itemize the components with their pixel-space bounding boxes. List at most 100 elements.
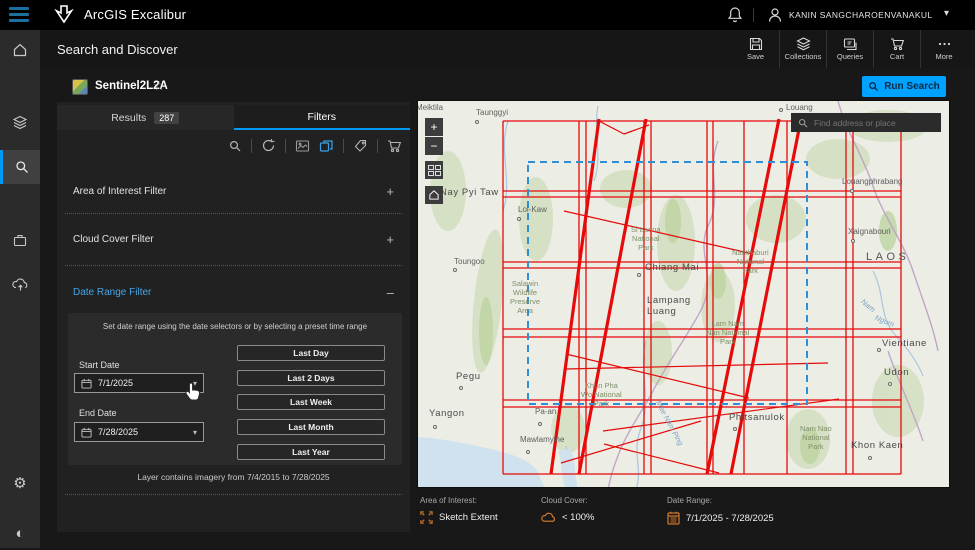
sidebar-item-settings[interactable]: ⚙ (0, 466, 40, 500)
date-range-value: 7/1/2025 - 7/28/2025 (686, 512, 774, 524)
chevron-down-icon[interactable]: ▾ (193, 428, 197, 437)
filter-date-range[interactable]: Date Range Filter – (65, 266, 402, 318)
preset-last-year[interactable]: Last Year (237, 444, 385, 460)
cloud-cover-label: Cloud Cover: (541, 496, 588, 505)
sidebar-item-search[interactable] (0, 150, 40, 184)
cloud-cover-value: < 100% (562, 511, 595, 523)
hamburger-icon[interactable] (9, 7, 29, 22)
calendar-icon (667, 511, 680, 525)
basemap-gallery-button[interactable] (425, 161, 443, 179)
map-view[interactable]: Meiktila Taunggyi Louang Louangphrabang Nay … (417, 100, 950, 488)
user-avatar-icon[interactable] (767, 6, 783, 29)
header-actions: Save Collections Queries Cart More (732, 30, 967, 68)
cart-label: Cart (889, 52, 905, 61)
layers-icon (12, 115, 28, 130)
sidebar-item-projects[interactable] (0, 223, 40, 257)
search-criteria-bar: Area of Interest: Sketch Extent Cloud Co… (417, 492, 950, 536)
imagery-icon[interactable] (295, 139, 310, 153)
favorite-star-icon[interactable]: ☆ (153, 78, 165, 94)
collections-icon (795, 37, 811, 51)
toolbar-divider (285, 138, 286, 153)
cart-icon[interactable] (387, 139, 402, 153)
filter-cloud-cover[interactable]: Cloud Cover Filter + (65, 214, 402, 266)
queries-icon (843, 38, 857, 51)
panel-tabs: Results 287 Filters (57, 105, 410, 130)
tab-filters[interactable]: Filters (233, 105, 410, 130)
preset-last-2-days[interactable]: Last 2 Days (237, 370, 385, 386)
preset-last-day[interactable]: Last Day (237, 345, 385, 361)
zoom-in-button[interactable]: + (425, 118, 443, 136)
run-search-label: Run Search (884, 81, 940, 92)
expand-plus-icon[interactable]: + (386, 184, 394, 199)
filters-tab-label: Filters (307, 110, 337, 123)
panel-divider (65, 494, 402, 495)
end-date-value: 7/28/2025 (98, 427, 139, 437)
expand-plus-icon[interactable]: + (386, 232, 394, 247)
toolbar-divider (343, 138, 344, 153)
queries-label: Queries (836, 52, 864, 61)
tab-results[interactable]: Results 287 (57, 105, 234, 130)
refresh-icon[interactable] (261, 138, 276, 153)
date-range-instructions: Set date range using the date selectors … (102, 322, 368, 331)
search-icon (798, 118, 808, 128)
collections-label: Collections (784, 52, 822, 61)
layer-thumbnail (72, 79, 88, 95)
start-date-input[interactable]: 7/1/2025 ▾ (74, 373, 204, 393)
save-label: Save (746, 52, 765, 61)
filters-toolbar (228, 138, 402, 153)
search-icon[interactable] (228, 139, 242, 153)
map-search-input[interactable] (814, 117, 934, 128)
top-app-bar: ArcGIS Excalibur KANIN SANGCHAROENVANAKU… (0, 0, 975, 30)
search-icon (15, 161, 28, 173)
zoom-out-button[interactable]: − (425, 137, 443, 155)
sidebar-item-upload[interactable] (0, 268, 40, 302)
page-header: Search and Discover Save Collections Que… (0, 30, 975, 68)
queries-button[interactable]: Queries (826, 30, 873, 68)
collapse-minus-icon[interactable]: – (387, 285, 394, 300)
user-name: KANIN SANGCHAROENVANAKUL (789, 10, 933, 20)
aoi-filter-label: Area of Interest Filter (73, 186, 167, 197)
page-title: Search and Discover (57, 42, 178, 57)
home-icon (429, 190, 439, 200)
sidebar-item-theme[interactable]: ◐ (0, 516, 40, 550)
results-count-badge: 287 (154, 111, 180, 124)
imagery-range-note: Layer contains imagery from 7/4/2015 to … (137, 472, 330, 482)
cart-icon (890, 38, 904, 51)
preset-last-month[interactable]: Last Month (237, 419, 385, 435)
save-button[interactable]: Save (732, 30, 779, 68)
run-search-button[interactable]: Run Search (862, 76, 946, 97)
layer-header: Sentinel2L2A ☆ (57, 72, 410, 102)
preset-last-week[interactable]: Last Week (237, 394, 385, 410)
more-label: More (935, 52, 953, 61)
filter-area-of-interest[interactable]: Area of Interest Filter + (65, 170, 402, 214)
start-date-value: 7/1/2025 (98, 378, 134, 388)
sidebar-item-layers[interactable] (0, 106, 40, 140)
date-range-label: Date Range: (667, 496, 712, 505)
notifications-bell-icon[interactable] (727, 6, 743, 29)
settings-icon: ⚙ (13, 474, 27, 492)
excalibur-logo (52, 3, 76, 32)
user-menu-caret-icon[interactable]: ▾ (944, 8, 949, 19)
tag-icon[interactable] (353, 139, 368, 153)
map-search-box[interactable] (791, 113, 941, 132)
app-sidebar: ⚙ ◐ (0, 30, 40, 548)
search-panel: Sentinel2L2A ☆ Results 287 Filters Area … (57, 72, 410, 532)
start-date-label: Start Date (79, 360, 120, 370)
app-title: ArcGIS Excalibur (84, 7, 187, 22)
sketch-extent-icon (420, 511, 433, 524)
date-range-section: Set date range using the date selectors … (68, 313, 402, 465)
calendar-icon (81, 378, 92, 389)
chevron-down-icon[interactable]: ▾ (193, 379, 197, 388)
sidebar-item-home[interactable] (0, 33, 40, 67)
end-date-input[interactable]: 7/28/2025 ▾ (74, 422, 204, 442)
results-tab-label: Results (111, 111, 147, 124)
map-home-button[interactable] (425, 186, 443, 204)
search-icon (869, 82, 879, 92)
basemap-grid-icon (427, 164, 441, 176)
cart-button[interactable]: Cart (873, 30, 920, 68)
toolbar-divider (251, 138, 252, 153)
more-button[interactable]: More (920, 30, 967, 68)
collections-button[interactable]: Collections (779, 30, 826, 68)
compare-icon[interactable] (319, 139, 334, 153)
aoi-value: Sketch Extent (439, 512, 498, 523)
